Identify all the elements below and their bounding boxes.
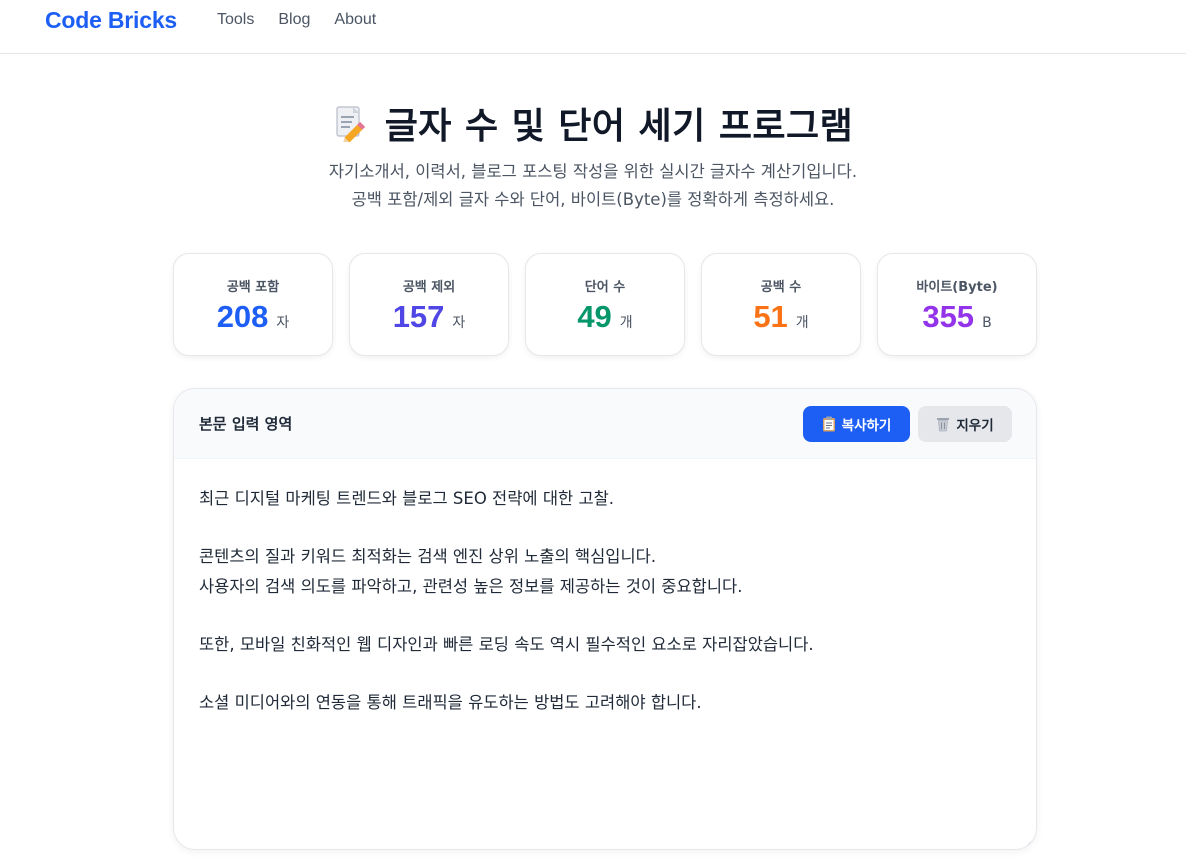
clear-button[interactable]: 지우기: [918, 406, 1012, 442]
title-row: 글자 수 및 단어 세기 프로그램: [0, 98, 1186, 148]
stat-value-row: 157 자: [393, 299, 466, 335]
nav-links: Tools Blog About: [217, 11, 376, 29]
stats-row: 공백 포함 208 자 공백 제외 157 자 단어 수 49 개 공백 수 5…: [173, 253, 1037, 356]
stat-card-bytes: 바이트(Byte) 355 B: [877, 253, 1037, 356]
stat-unit: 자: [452, 315, 466, 331]
stat-value: 49: [577, 299, 612, 334]
stat-value: 51: [753, 299, 788, 334]
stat-label: 공백 포함: [226, 280, 280, 295]
stat-value-row: 208 자: [217, 299, 290, 335]
subtitle-line-1: 자기소개서, 이력서, 블로그 포스팅 작성을 위한 실시간 글자수 계산기입니…: [328, 162, 858, 181]
clipboard-icon: [822, 416, 836, 432]
stat-card-without-spaces: 공백 제외 157 자: [349, 253, 509, 356]
editor-title: 본문 입력 영역: [199, 415, 293, 433]
nav-link-about[interactable]: About: [334, 11, 376, 29]
stat-card-with-spaces: 공백 포함 208 자: [173, 253, 333, 356]
stat-value: 355: [922, 299, 975, 334]
resize-handle-icon[interactable]: [1022, 835, 1032, 849]
stat-label: 단어 수: [584, 280, 626, 295]
stat-label: 공백 수: [760, 280, 802, 295]
stat-value-row: 51 개: [753, 299, 808, 335]
brand-logo[interactable]: Code Bricks: [45, 7, 177, 34]
stat-unit: 개: [795, 315, 809, 331]
copy-button[interactable]: 복사하기: [803, 406, 910, 442]
nav-link-tools[interactable]: Tools: [217, 11, 254, 29]
stat-value-row: 355 B: [922, 299, 991, 335]
stat-card-word-count: 단어 수 49 개: [525, 253, 685, 356]
trash-icon: [936, 416, 950, 432]
stat-label: 바이트(Byte): [916, 280, 998, 295]
text-input-area[interactable]: 최근 디지털 마케팅 트렌드와 블로그 SEO 전략에 대한 고찰. 콘텐츠의 …: [199, 484, 1009, 718]
stat-label: 공백 제외: [402, 280, 456, 295]
subtitle-line-2: 공백 포함/제외 글자 수와 단어, 바이트(Byte)를 정확하게 측정하세요…: [351, 190, 835, 209]
page-title: 글자 수 및 단어 세기 프로그램: [384, 106, 854, 147]
copy-button-label: 복사하기: [841, 418, 892, 434]
editor-header: 본문 입력 영역 복사하기 지우기: [174, 389, 1036, 459]
nav-link-blog[interactable]: Blog: [278, 11, 310, 29]
top-navbar: Code Bricks Tools Blog About: [0, 0, 1186, 54]
stat-card-space-count: 공백 수 51 개: [701, 253, 861, 356]
clear-button-label: 지우기: [956, 418, 994, 434]
text-editor-panel: 본문 입력 영역 복사하기 지우기 최근 디지털 마케팅 트렌드와 블로그 SE…: [173, 388, 1037, 850]
stat-value: 208: [216, 299, 269, 334]
stat-unit: 자: [276, 315, 290, 331]
stat-unit: B: [982, 315, 992, 331]
stat-value: 157: [392, 299, 445, 334]
stat-value-row: 49 개: [577, 299, 632, 335]
stat-unit: 개: [619, 315, 633, 331]
memo-icon: [333, 104, 367, 145]
page-subtitle: 자기소개서, 이력서, 블로그 포스팅 작성을 위한 실시간 글자수 계산기입니…: [0, 158, 1186, 214]
